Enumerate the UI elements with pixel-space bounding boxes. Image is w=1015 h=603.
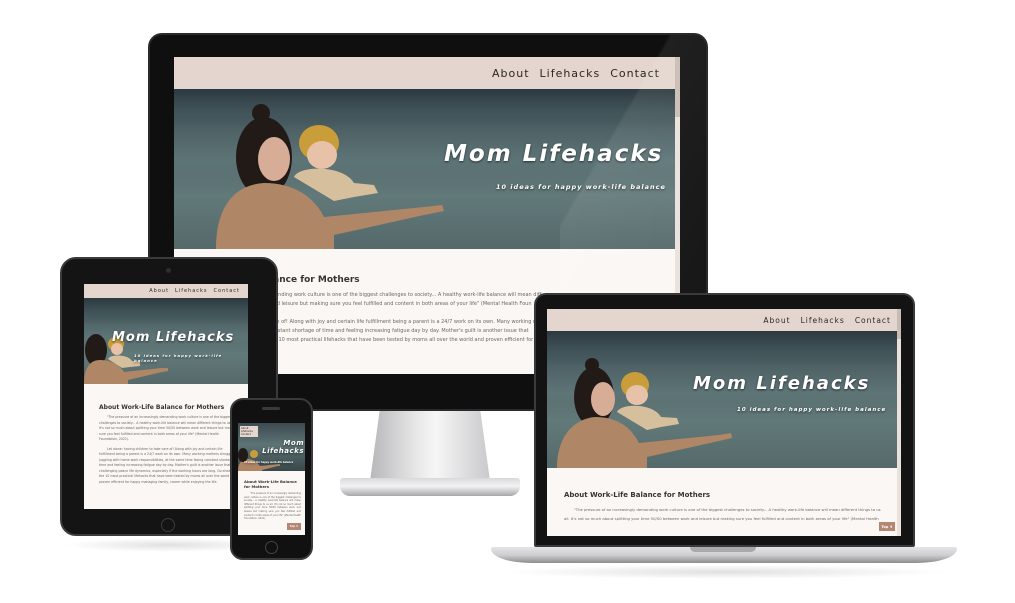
hero-title: Mom Lifehacks [262,439,304,455]
top-button[interactable]: Top ⬆ [287,523,301,530]
hero-subtitle: 10 ideas for happy work-life balance [244,461,294,464]
hero-subtitle: 10 ideas for happy work-life balance [737,407,887,413]
laptop-screen: About Lifehacks Contact Mom Lifehacks 10… [547,309,901,536]
tablet-nav: About Lifehacks Contact [84,284,248,298]
nav-contact[interactable]: Contact [241,433,257,436]
mother-and-baby-image [557,358,732,468]
laptop-nav: About Lifehacks Contact [547,309,901,331]
nav-contact[interactable]: Contact [214,288,240,294]
phone-screen: About Lifehacks Contact Mom Lifehacks 10… [238,423,305,535]
tablet-camera-icon [166,268,171,273]
tablet-home-button[interactable] [161,518,175,532]
desktop-monitor-stand [370,411,490,481]
nav-lifehacks[interactable]: Lifehacks [175,288,208,294]
section-paragraph-2: Let alone: having children to take care … [99,446,238,484]
tablet-hero: Mom Lifehacks 10 ideas for happy work-li… [84,298,248,384]
hero-title: Mom Lifehacks [693,373,871,394]
tablet-content: About Work-Life Balance for Mothers "The… [84,384,248,485]
phone-home-button[interactable] [265,541,278,554]
section-heading: About Work-Life Balance for Mothers [564,491,711,499]
laptop-trackpad-notch [690,547,756,552]
section-heading: About Work-Life Balance for Mothers [244,479,297,489]
hero-title: Mom Lifehacks [112,330,235,345]
laptop-scrollbar[interactable] [897,309,901,536]
desktop-monitor-base [340,478,520,496]
nav-about[interactable]: About [763,316,790,325]
top-button[interactable]: Top ⬆ [879,522,895,531]
laptop-content: About Work-Life Balance for Mothers "The… [547,468,901,523]
nav-contact[interactable]: Contact [855,316,891,325]
phone-speaker [262,407,280,410]
nav-about[interactable]: About [492,67,530,80]
section-paragraph-1: "The pressure of an increasingly demandi… [99,415,237,441]
phone-nav: About Lifehacks Contact [240,426,258,437]
phone-hero: About Lifehacks Contact Mom Lifehacks 10… [238,423,305,471]
tablet-screen: About Lifehacks Contact Mom Lifehacks 10… [84,284,248,509]
section-heading: About Work-Life Balance for Mothers [99,404,225,411]
section-paragraph-1: "The pressure of an increasingly demandi… [564,507,881,521]
laptop-hero: Mom Lifehacks 10 ideas for happy work-li… [547,331,901,468]
nav-about[interactable]: About [149,288,169,294]
mother-and-baby-image [216,104,444,249]
nav-lifehacks[interactable]: Lifehacks [801,316,845,325]
hero-subtitle: 10 ideas for happy work-life balance [134,353,223,363]
